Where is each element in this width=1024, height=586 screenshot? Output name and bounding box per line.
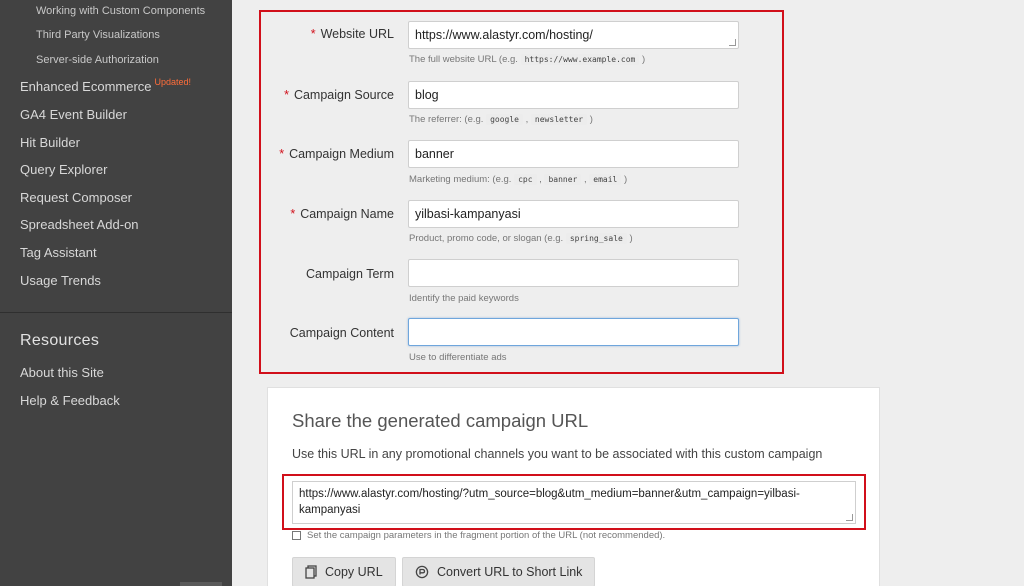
link-icon — [415, 565, 429, 579]
fragment-checkbox[interactable] — [292, 531, 301, 540]
resize-grip-icon[interactable] — [846, 514, 853, 521]
copy-icon — [305, 565, 317, 579]
campaign-term-label: Campaign Term — [305, 267, 394, 281]
campaign-content-field[interactable] — [408, 318, 739, 346]
generated-url-textarea[interactable]: https://www.alastyr.com/hosting/?utm_sou… — [292, 481, 856, 524]
sidebar-item-spreadsheet-add-on[interactable]: Spreadsheet Add-on — [20, 217, 139, 232]
fragment-option-row[interactable]: Set the campaign parameters in the fragm… — [292, 530, 665, 541]
sidebar-item-usage-trends[interactable]: Usage Trends — [20, 273, 101, 288]
sidebar-item-request-composer[interactable]: Request Composer — [20, 190, 132, 205]
campaign-name-help: Product, promo code, or slogan (e.g. spr… — [409, 233, 633, 244]
resize-grip-icon[interactable] — [729, 39, 736, 46]
sidebar-subitem-third-party-visualizations[interactable]: Third Party Visualizations — [36, 29, 160, 41]
website-url-field[interactable]: https://www.alastyr.com/hosting/ — [408, 21, 739, 49]
campaign-source-field[interactable]: blog — [408, 81, 739, 109]
campaign-content-label: Campaign Content — [289, 326, 394, 340]
resources-heading: Resources — [20, 332, 100, 349]
share-title: Share the generated campaign URL — [292, 410, 589, 431]
sidebar-item-help-feedback[interactable]: Help & Feedback — [20, 393, 120, 408]
campaign-source-label: * Campaign Source — [284, 88, 394, 102]
sidebar-item-enhanced-ecommerce[interactable]: Enhanced Ecommerce Updated! — [20, 77, 192, 94]
share-description: Use this URL in any promotional channels… — [292, 447, 823, 461]
campaign-term-help: Identify the paid keywords — [409, 293, 519, 304]
campaign-medium-help: Marketing medium: (e.g. cpc , banner , e… — [409, 174, 628, 185]
campaign-name-field[interactable]: yilbasi-kampanyasi — [408, 200, 739, 228]
campaign-name-label: * Campaign Name — [290, 207, 394, 221]
sidebar-item-query-explorer[interactable]: Query Explorer — [20, 162, 107, 177]
copy-url-button[interactable]: Copy URL — [292, 557, 396, 586]
fragment-checkbox-label: Set the campaign parameters in the fragm… — [307, 530, 666, 541]
sidebar-scrollbar[interactable] — [180, 582, 222, 586]
campaign-medium-field[interactable]: banner — [408, 140, 739, 168]
sidebar-item-tag-assistant[interactable]: Tag Assistant — [20, 245, 97, 260]
campaign-medium-label: * Campaign Medium — [279, 147, 394, 161]
campaign-source-help: The referrer: (e.g. google , newsletter … — [409, 114, 593, 125]
campaign-content-help: Use to differentiate ads — [409, 352, 507, 363]
sidebar-subitem-server-side-authorization[interactable]: Server-side Authorization — [36, 54, 159, 66]
updated-badge: Updated! — [154, 77, 192, 87]
website-url-label: * Website URL — [310, 27, 394, 41]
convert-short-link-button[interactable]: Convert URL to Short Link — [402, 557, 596, 586]
sidebar-item-about-this-site[interactable]: About this Site — [20, 365, 104, 380]
website-url-help: The full website URL (e.g. https://www.e… — [409, 54, 646, 65]
campaign-term-field[interactable] — [408, 259, 739, 287]
generated-url-highlight-box: https://www.alastyr.com/hosting/?utm_sou… — [282, 474, 866, 530]
sidebar: Working with Custom Components Third Par… — [0, 0, 232, 586]
sidebar-divider — [0, 312, 232, 313]
share-panel: Share the generated campaign URL Use thi… — [267, 387, 880, 586]
sidebar-item-label: Enhanced Ecommerce — [20, 79, 152, 94]
sidebar-item-ga4-event-builder[interactable]: GA4 Event Builder — [20, 107, 127, 122]
sidebar-item-hit-builder[interactable]: Hit Builder — [20, 135, 80, 150]
sidebar-subitem-custom-components[interactable]: Working with Custom Components — [36, 5, 205, 17]
